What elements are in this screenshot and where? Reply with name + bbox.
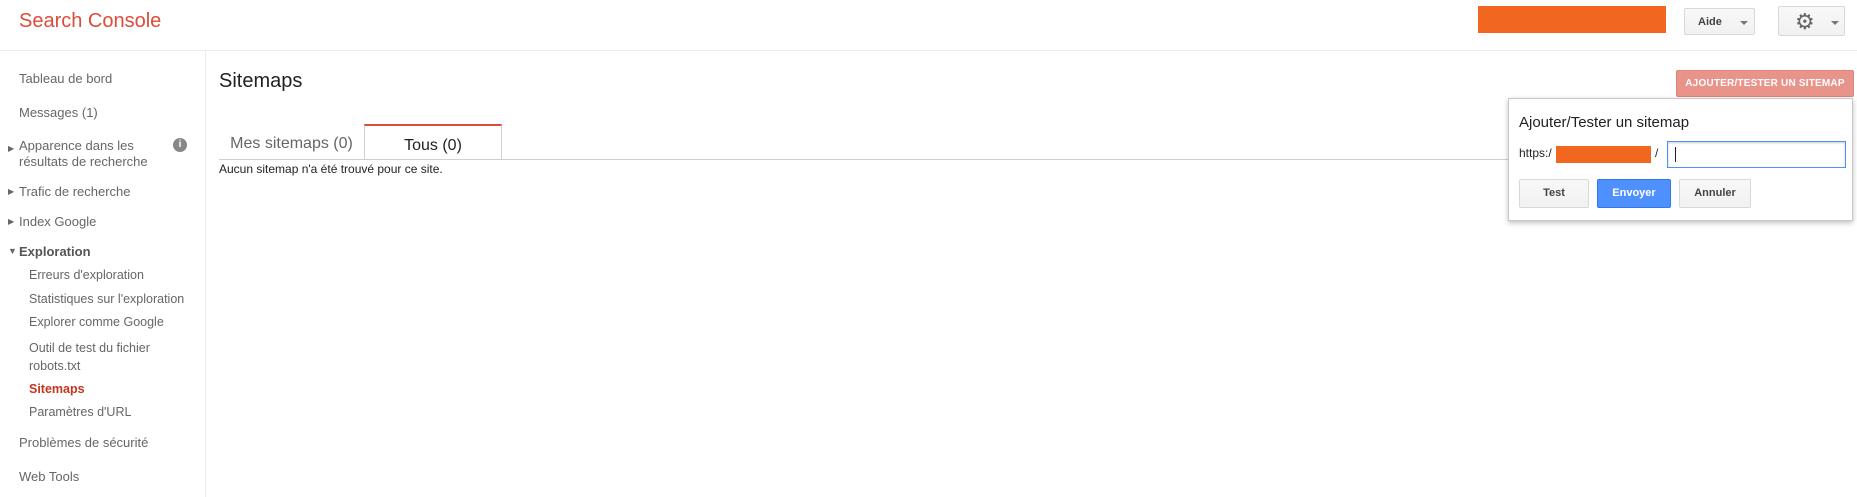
sidebar-item-label: Outil de test du fichier xyxy=(29,341,150,355)
top-header: Search Console Aide ⚙ xyxy=(0,0,1857,51)
add-test-sitemap-button[interactable]: AJOUTER/TESTER UN SITEMAP xyxy=(1676,70,1854,97)
sidebar-item-fetch-as-google[interactable]: Explorer comme Google xyxy=(29,315,164,329)
sidebar-item-url-parameters[interactable]: Paramètres d'URL xyxy=(29,405,131,419)
help-button-label: Aide xyxy=(1698,16,1722,28)
info-icon[interactable]: i xyxy=(173,138,187,152)
dialog-title: Ajouter/Tester un sitemap xyxy=(1519,114,1690,131)
add-sitemap-dialog: Ajouter/Tester un sitemap https:/ / Test… xyxy=(1508,98,1853,221)
sidebar-item-label: Index Google xyxy=(19,214,97,229)
redacted-domain xyxy=(1556,146,1651,163)
text-cursor xyxy=(1675,147,1676,162)
sitemap-path-input[interactable] xyxy=(1667,141,1846,168)
sidebar-item-label: Exploration xyxy=(19,244,91,259)
sidebar-item-crawl-errors[interactable]: Erreurs d'exploration xyxy=(29,268,144,282)
sidebar-item-label: Apparence dans les xyxy=(19,138,134,153)
chevron-down-icon xyxy=(1831,21,1839,25)
tab-all[interactable]: Tous (0) xyxy=(364,124,502,160)
sidebar-item-label: robots.txt xyxy=(29,359,81,373)
sidebar-item-google-index[interactable]: ▶ Index Google xyxy=(8,214,97,229)
triangle-right-icon: ▶ xyxy=(8,187,15,196)
sidebar-item-label: résultats de recherche xyxy=(19,154,148,169)
redacted-account-block xyxy=(1478,6,1666,33)
triangle-right-icon: ▶ xyxy=(8,144,15,153)
sidebar-item-search-appearance[interactable]: ▶ Apparence dans les résultats de recher… xyxy=(8,138,148,170)
submit-button[interactable]: Envoyer xyxy=(1597,179,1671,208)
cancel-button[interactable]: Annuler xyxy=(1679,179,1751,208)
page-title: Sitemaps xyxy=(219,70,303,92)
sidebar-item-label: Trafic de recherche xyxy=(19,184,131,199)
sidebar-item-search-traffic[interactable]: ▶ Trafic de recherche xyxy=(8,184,131,199)
url-suffix: / xyxy=(1655,146,1659,160)
sidebar-item-robots-tester[interactable]: Outil de test du fichier robots.txt xyxy=(29,339,150,375)
gear-icon: ⚙ xyxy=(1795,9,1815,34)
sidebar-item-messages[interactable]: Messages (1) xyxy=(19,105,98,120)
sidebar-item-crawl-stats[interactable]: Statistiques sur l'exploration xyxy=(29,292,184,306)
sidebar-item-security-issues[interactable]: Problèmes de sécurité xyxy=(19,435,148,450)
settings-button[interactable]: ⚙ xyxy=(1778,6,1845,36)
help-button[interactable]: Aide xyxy=(1684,8,1755,35)
chevron-down-icon xyxy=(1740,21,1748,25)
sidebar-item-sitemaps[interactable]: Sitemaps xyxy=(29,382,85,396)
triangle-down-icon: ▼ xyxy=(8,246,17,256)
triangle-right-icon: ▶ xyxy=(8,217,15,226)
sidebar-item-dashboard[interactable]: Tableau de bord xyxy=(19,71,112,86)
app-logo[interactable]: Search Console xyxy=(19,10,161,33)
test-button[interactable]: Test xyxy=(1519,179,1589,208)
empty-state-message: Aucun sitemap n'a été trouvé pour ce sit… xyxy=(219,162,443,176)
tab-my-sitemaps[interactable]: Mes sitemaps (0) xyxy=(219,124,364,160)
sidebar-item-crawl[interactable]: ▼ Exploration xyxy=(8,244,91,259)
sidebar-item-web-tools[interactable]: Web Tools xyxy=(19,469,79,484)
tab-divider xyxy=(219,159,1509,160)
url-prefix: https:/ xyxy=(1519,146,1552,160)
